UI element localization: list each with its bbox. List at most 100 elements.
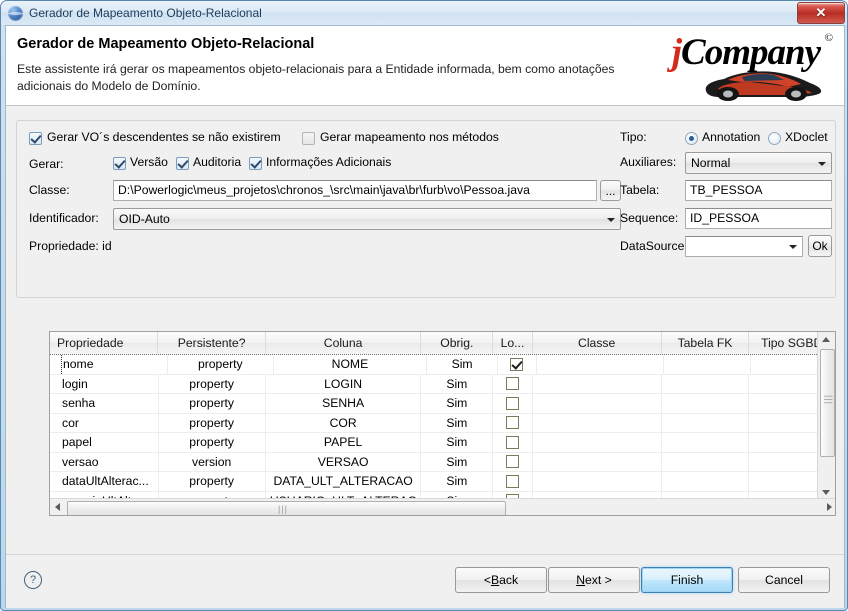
table-cell-classe[interactable]	[537, 355, 665, 374]
table-cell-propriedade[interactable]: login	[50, 374, 159, 393]
tipo-xdoclet-radio[interactable]	[768, 132, 781, 145]
table-column-header[interactable]: Obrig.	[421, 332, 494, 354]
table-cell-persistente[interactable]: property	[159, 433, 266, 452]
table-cell-tabela_fk[interactable]	[662, 394, 750, 413]
row-lob-checkbox[interactable]	[505, 455, 519, 469]
table-cell-tabela_fk[interactable]	[662, 433, 750, 452]
table-cell-coluna[interactable]: LOGIN	[266, 374, 422, 393]
tipo-annotation-radio[interactable]	[685, 132, 698, 145]
table-cell-lo[interactable]	[493, 374, 533, 393]
scroll-left-icon[interactable]	[55, 503, 60, 511]
table-cell-lo[interactable]	[498, 355, 537, 374]
classe-input[interactable]: D:\Powerlogic\meus_projetos\chronos_\src…	[113, 180, 597, 201]
table-cell-classe[interactable]	[533, 452, 662, 471]
table-cell-persistente[interactable]: property	[159, 394, 266, 413]
auditoria-checkbox[interactable]	[176, 157, 189, 170]
table-cell-tabela_fk[interactable]	[662, 452, 750, 471]
table-cell-tabela_fk[interactable]	[662, 472, 750, 491]
table-cell-coluna[interactable]: SENHA	[266, 394, 422, 413]
cancel-button[interactable]: Cancel	[738, 567, 830, 593]
table-vertical-scrollbar[interactable]: |||	[817, 332, 835, 500]
table-row[interactable]: login property LOGIN Sim	[50, 374, 835, 394]
row-lob-checkbox[interactable]	[505, 377, 519, 391]
table-cell-propriedade[interactable]: papel	[50, 433, 159, 452]
gerar-vo-checkbox[interactable]	[29, 132, 42, 145]
table-cell-persistente[interactable]: property	[159, 413, 266, 432]
table-cell-tabela_fk[interactable]	[664, 355, 751, 374]
table-column-header[interactable]: Coluna	[266, 332, 422, 354]
table-cell-classe[interactable]	[533, 413, 662, 432]
table-cell-tabela_fk[interactable]	[662, 413, 750, 432]
table-cell-coluna[interactable]: COR	[266, 413, 422, 432]
table-cell-lo[interactable]	[493, 394, 533, 413]
informacoes-adicionais-checkbox[interactable]	[249, 157, 262, 170]
table-row[interactable]: senha property SENHA Sim	[50, 394, 835, 414]
table-cell-propriedade[interactable]: cor	[50, 413, 159, 432]
table-cell-propriedade[interactable]: dataUltAlterac...	[50, 472, 159, 491]
table-column-header[interactable]: Propriedade	[50, 332, 159, 354]
table-cell-lo[interactable]	[493, 452, 533, 471]
table-cell-persistente[interactable]: property	[159, 374, 266, 393]
table-cell-propriedade[interactable]: senha	[50, 394, 159, 413]
table-cell-obrig[interactable]: Sim	[421, 394, 494, 413]
table-cell-obrig[interactable]: Sim	[421, 374, 494, 393]
table-cell-propriedade[interactable]: versao	[50, 452, 159, 471]
table-row[interactable]: dataUltAlterac... property DATA_ULT_ALTERA…	[50, 472, 835, 492]
vertical-scroll-thumb[interactable]: |||	[820, 349, 835, 457]
table-cell-coluna[interactable]: VERSAO	[266, 452, 422, 471]
scroll-right-icon[interactable]	[827, 503, 832, 511]
table-cell-obrig[interactable]: Sim	[421, 413, 494, 432]
table-cell-persistente[interactable]: property	[159, 472, 266, 491]
scroll-down-icon[interactable]	[822, 490, 830, 495]
scroll-up-icon[interactable]	[822, 337, 830, 342]
classe-browse-button[interactable]: ...	[600, 180, 621, 201]
versao-checkbox[interactable]	[113, 157, 126, 170]
datasource-combo[interactable]	[685, 236, 803, 257]
gerar-mapeamento-checkbox[interactable]	[302, 132, 315, 145]
table-cell-lo[interactable]	[493, 472, 533, 491]
table-cell-classe[interactable]	[533, 394, 662, 413]
table-cell-classe[interactable]	[533, 374, 662, 393]
datasource-ok-button[interactable]: Ok	[808, 235, 832, 257]
table-cell-coluna[interactable]: PAPEL	[266, 433, 422, 452]
back-button[interactable]: < Back	[455, 567, 547, 593]
globe-icon	[8, 5, 23, 21]
table-cell-classe[interactable]	[533, 433, 662, 452]
help-icon[interactable]: ?	[24, 571, 42, 589]
table-row[interactable]: papel property PAPEL Sim	[50, 433, 835, 453]
table-column-header[interactable]: Lo...	[493, 332, 533, 354]
table-row[interactable]: versao version VERSAO Sim	[50, 452, 835, 472]
table-cell-obrig[interactable]: Sim	[421, 452, 494, 471]
horizontal-scroll-thumb[interactable]: |||	[67, 501, 506, 515]
tabela-input[interactable]: TB_PESSOA	[685, 180, 832, 201]
row-lob-checkbox[interactable]	[505, 435, 519, 449]
auxiliares-combo[interactable]: Normal	[685, 152, 832, 174]
table-column-header[interactable]: Persistente?	[158, 332, 266, 354]
table-cell-coluna[interactable]: DATA_ULT_ALTERACAO	[266, 472, 422, 491]
table-cell-tabela_fk[interactable]	[662, 374, 750, 393]
table-row[interactable]: nome property NOME Sim	[50, 355, 835, 375]
row-lob-checkbox[interactable]	[505, 396, 519, 410]
finish-button[interactable]: Finish	[641, 567, 733, 593]
table-cell-propriedade[interactable]: nome	[61, 355, 168, 374]
table-cell-lo[interactable]	[493, 413, 533, 432]
table-cell-persistente[interactable]: property	[168, 355, 274, 374]
table-cell-coluna[interactable]: NOME	[274, 355, 428, 374]
next-button[interactable]: Next >	[548, 567, 640, 593]
table-cell-lo[interactable]	[493, 433, 533, 452]
identificador-combo[interactable]: OID-Auto	[113, 208, 621, 230]
table-cell-classe[interactable]	[533, 472, 662, 491]
table-cell-obrig[interactable]: Sim	[421, 472, 494, 491]
row-lob-checkbox[interactable]	[505, 474, 519, 488]
row-lob-checkbox[interactable]	[510, 357, 524, 371]
table-cell-obrig[interactable]: Sim	[421, 433, 494, 452]
close-button[interactable]: ✕	[797, 2, 845, 24]
sequence-input[interactable]: ID_PESSOA	[685, 208, 832, 229]
row-lob-checkbox[interactable]	[505, 416, 519, 430]
table-cell-obrig[interactable]: Sim	[427, 355, 499, 374]
table-row[interactable]: cor property COR Sim	[50, 413, 835, 433]
table-column-header[interactable]: Classe	[533, 332, 662, 354]
table-cell-persistente[interactable]: version	[159, 452, 266, 471]
table-horizontal-scrollbar[interactable]: |||	[50, 498, 835, 515]
table-column-header[interactable]: Tabela FK	[662, 332, 750, 354]
